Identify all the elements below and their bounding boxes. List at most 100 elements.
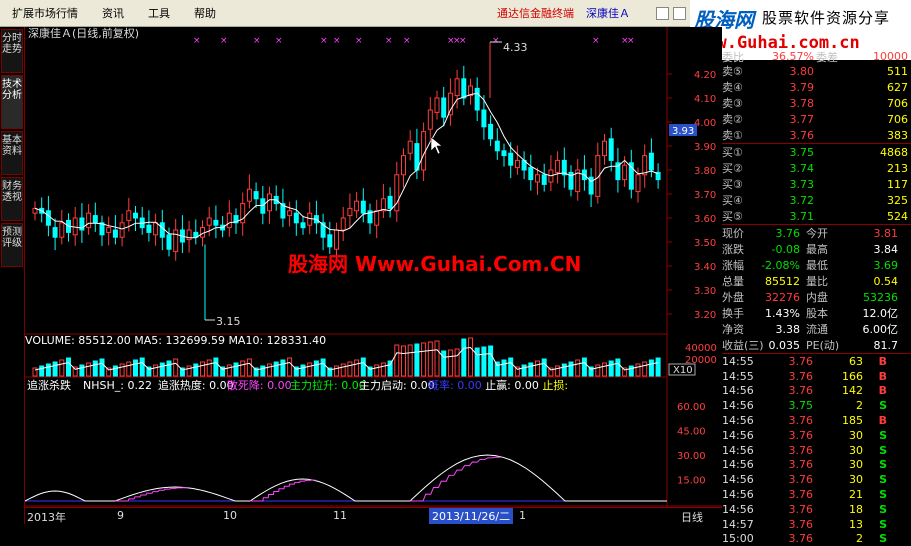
tick-row: 15:00 3.76 2 S — [722, 532, 911, 546]
indicator-tick: 60.00 — [677, 402, 706, 413]
stat-row: 总量 85512 量比 0.54 — [722, 273, 911, 289]
candle-body — [340, 217, 346, 231]
menu-extended-market[interactable]: 扩展市场行情 — [0, 5, 90, 21]
volume-bar — [494, 361, 500, 377]
menu-news[interactable]: 资讯 — [90, 5, 136, 21]
volume-bar — [528, 362, 534, 377]
indicator-label: NHSH_: 0.22 — [83, 379, 152, 392]
candle-body — [45, 210, 51, 226]
volume-bar — [568, 361, 574, 377]
volume-bar — [139, 357, 145, 377]
volume-bar — [112, 365, 118, 377]
kline-chart-area[interactable]: 深康佳Ａ(日线,前复权) × × × × × × × × × ××× × × ×× 4.204.104.… — [25, 27, 722, 507]
tick-price: 3.76 — [788, 517, 814, 531]
tick-time: 14:56 — [722, 502, 754, 516]
stat-value: -2.08% — [761, 258, 800, 272]
tab-intraday[interactable]: 分时走势 — [1, 29, 23, 73]
tick-volume: 166 — [842, 369, 863, 383]
stat-label: 换手 — [722, 307, 744, 320]
stat-label: 最低 — [806, 259, 828, 272]
volume-bar — [374, 364, 380, 377]
tick-time: 14:55 — [722, 354, 754, 368]
candle-body — [374, 210, 380, 226]
stat-value: 0.035 — [768, 338, 801, 352]
indicator-label: 追涨热度: 0.00 — [158, 378, 234, 392]
volume-bar — [635, 363, 641, 377]
buy-volume: 117 — [887, 177, 908, 191]
tab-financials[interactable]: 财务透视 — [1, 177, 23, 221]
indicator-label: 主力启动: 0.00 — [359, 379, 435, 392]
menu-bar: 扩展市场行情 资讯 工具 帮助 通达信金融终端 深康佳Ａ — [0, 0, 690, 27]
weicha-value: 10000 — [873, 50, 908, 63]
low-mark: 3.15 — [216, 315, 241, 328]
tick-volume: 2 — [856, 399, 863, 413]
sell-order-row: 卖② 3.77 706 — [722, 111, 911, 127]
weibi-row: 委比 36.57% 委差 10000 — [722, 50, 911, 64]
stat-label: 今开 — [806, 227, 828, 240]
candle-body — [246, 188, 252, 202]
tick-volume: 142 — [842, 384, 863, 398]
tick-row: 14:56 3.76 30 S — [722, 458, 911, 473]
stat-label: 总量 — [722, 275, 744, 288]
volume-tick-0: 40000 — [685, 343, 717, 354]
buy-volume: 4868 — [880, 145, 908, 159]
tab-fundamentals[interactable]: 基本资料 — [1, 131, 23, 175]
tick-volume: 21 — [849, 488, 863, 502]
candle-body — [514, 159, 520, 169]
menu-help[interactable]: 帮助 — [182, 5, 228, 21]
volume-bar — [334, 365, 339, 377]
stat-value: 1.43% — [765, 306, 800, 320]
indicator-label: 概率: 0.00 — [428, 378, 482, 392]
buy-price: 3.71 — [789, 209, 815, 223]
stat-label: 外盘 — [722, 291, 744, 304]
volume-bar — [320, 358, 326, 377]
stat-row: 换手 1.43% 股本 12.0亿 — [722, 305, 911, 321]
buy-order-row: 买① 3.75 4868 — [722, 144, 911, 160]
tick-time: 14:57 — [722, 517, 754, 531]
price-tick: 3.80 — [694, 166, 716, 177]
volume-bar — [213, 357, 219, 377]
tick-side: S — [879, 502, 887, 516]
tick-row: 14:56 3.76 30 S — [722, 443, 911, 458]
tick-volume: 13 — [849, 517, 863, 531]
stat-value: 3.76 — [775, 226, 801, 240]
high-mark: 4.33 — [503, 41, 528, 54]
tab-technical[interactable]: 技术分析 — [1, 75, 23, 129]
candle-body — [488, 123, 494, 140]
tick-volume: 30 — [849, 473, 863, 487]
sell-order-row: 卖⑤ 3.80 511 — [722, 63, 911, 79]
candle-body — [360, 200, 366, 214]
tick-time: 14:56 — [722, 428, 754, 442]
event-marker: × — [492, 36, 500, 46]
candle-body — [407, 140, 413, 154]
sell-price: 3.78 — [789, 96, 815, 110]
volume-bar — [575, 359, 581, 377]
buy-order-row: 买④ 3.72 325 — [722, 192, 911, 208]
stat-row: 现价 3.76 今开 3.81 — [722, 225, 911, 241]
stat-value: 85512 — [765, 274, 800, 288]
event-marker: × — [320, 36, 328, 46]
tick-trades: 14:55 3.76 63 B 14:55 3.76 166 B 14:56 3.76 142 B 14… — [722, 354, 911, 546]
stat-label: 现价 — [722, 227, 744, 240]
tab-forecast[interactable]: 预测评级 — [1, 223, 23, 267]
tick-side: B — [878, 369, 887, 383]
tick-side: S — [879, 532, 887, 546]
tick-row: 14:56 3.76 21 S — [722, 487, 911, 502]
volume-bar — [159, 362, 165, 377]
sell-volume: 706 — [887, 112, 908, 126]
buy-level-label: 买③ — [722, 178, 743, 191]
volume-bar — [608, 360, 614, 377]
minimize-button[interactable] — [656, 6, 669, 20]
volume-label: VOLUME: 85512.00 MA5: 132699.59 MA10: 12… — [25, 334, 326, 347]
indicator-tick: 15.00 — [677, 476, 706, 487]
maximize-button[interactable] — [673, 6, 686, 20]
candle-body — [59, 222, 65, 238]
price-tick: 3.70 — [694, 190, 716, 201]
candle-body — [494, 140, 500, 152]
tick-price: 3.76 — [788, 369, 814, 383]
sell-volume: 383 — [887, 128, 908, 142]
event-marker: × — [275, 36, 283, 46]
volume-bar — [541, 358, 547, 377]
buy-price: 3.74 — [789, 161, 815, 175]
menu-tools[interactable]: 工具 — [136, 5, 182, 21]
